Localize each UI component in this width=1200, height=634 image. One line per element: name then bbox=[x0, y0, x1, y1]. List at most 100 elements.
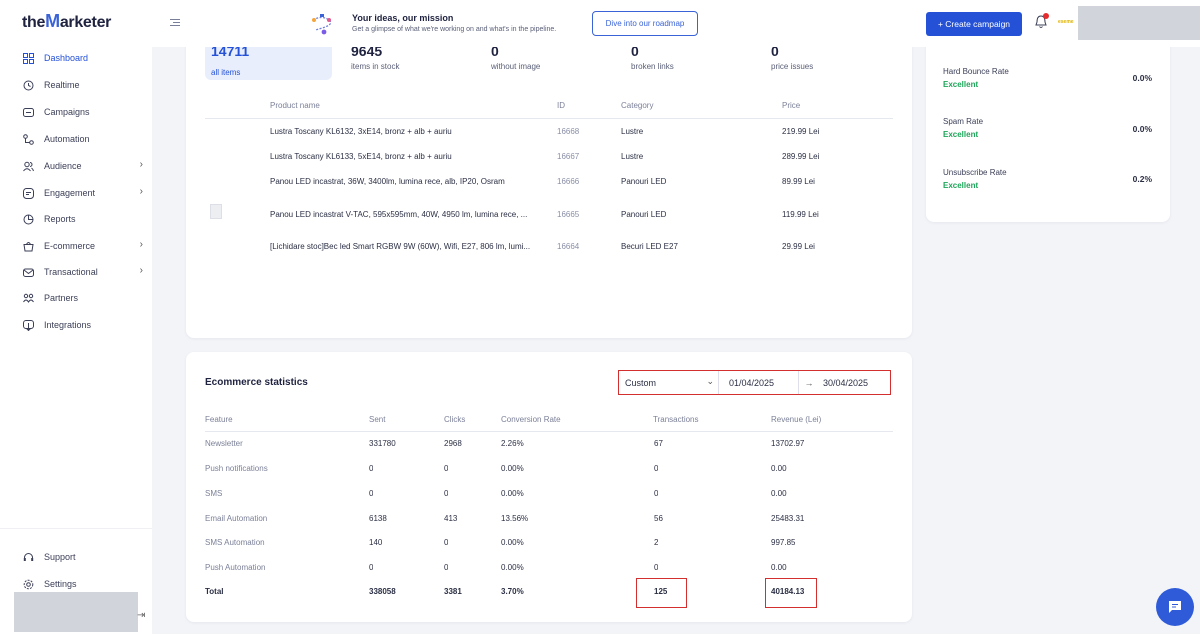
create-campaign-button[interactable]: + Create campaign bbox=[926, 12, 1022, 36]
conversion-value: 0.00% bbox=[501, 464, 524, 473]
sent-value: 140 bbox=[369, 538, 383, 547]
sidebar-item-ecommerce[interactable]: E-commerce › bbox=[22, 238, 147, 254]
product-category: Lustre bbox=[621, 127, 644, 136]
stat-in-stock[interactable]: 9645 items in stock bbox=[351, 43, 399, 71]
chevron-right-icon: › bbox=[139, 159, 143, 170]
product-name[interactable]: Lustra Toscany KL6133, 5xE14, bronz + al… bbox=[270, 152, 555, 161]
clicks-value: 0 bbox=[444, 538, 449, 547]
sidebar-item-realtime[interactable]: Realtime bbox=[22, 77, 147, 93]
revenue-value: 997.85 bbox=[771, 538, 796, 547]
product-name[interactable]: Panou LED incastrat, 36W, 3400lm, lumina… bbox=[270, 177, 555, 186]
product-thumbnail[interactable] bbox=[210, 204, 222, 219]
sent-value: 331780 bbox=[369, 439, 396, 448]
column-header-id[interactable]: ID bbox=[557, 101, 565, 110]
clicks-value: 2968 bbox=[444, 439, 462, 448]
feature-name: Push Automation bbox=[205, 563, 266, 572]
sidebar-item-label: Campaigns bbox=[44, 107, 90, 117]
range-select[interactable]: Custom ⌄ bbox=[619, 371, 719, 394]
sent-value: 0 bbox=[369, 563, 374, 572]
top-bar: theMarketer Your ideas, our mission Get … bbox=[0, 0, 1200, 47]
column-header-price[interactable]: Price bbox=[782, 101, 800, 110]
sidebar-item-transactional[interactable]: Transactional › bbox=[22, 264, 147, 280]
feature-name: SMS bbox=[205, 489, 223, 498]
sent-value: 0 bbox=[369, 489, 374, 498]
stat-without-image[interactable]: 0 without image bbox=[491, 43, 540, 71]
sidebar-item-label: Automation bbox=[44, 134, 90, 144]
chevron-right-icon: › bbox=[139, 186, 143, 197]
integrations-icon bbox=[22, 319, 34, 331]
sidebar-item-engagement[interactable]: Engagement › bbox=[22, 185, 147, 201]
sidebar-item-audience[interactable]: Audience › bbox=[22, 158, 147, 174]
product-id: 16665 bbox=[557, 210, 580, 219]
product-name[interactable]: [Lichidare stoc]Bec led Smart RGBW 9W (6… bbox=[270, 242, 557, 251]
engagement-icon bbox=[22, 187, 34, 199]
divider bbox=[205, 118, 893, 119]
ecommerce-icon bbox=[22, 240, 34, 252]
revenue-value: 0.00 bbox=[771, 489, 787, 498]
sidebar-item-support[interactable]: Support bbox=[22, 549, 147, 565]
arrow-right-icon: → bbox=[804, 377, 814, 388]
product-category: Panouri LED bbox=[621, 177, 667, 186]
feature-name: Push notifications bbox=[205, 464, 268, 473]
column-header-category[interactable]: Category bbox=[621, 101, 653, 110]
audience-icon bbox=[22, 160, 34, 172]
clicks-value: 413 bbox=[444, 514, 458, 523]
sidebar-item-label: Settings bbox=[44, 579, 77, 589]
conversion-value: 2.26% bbox=[501, 439, 524, 448]
stat-price-issues[interactable]: 0 price issues bbox=[771, 43, 813, 71]
feature-name: Newsletter bbox=[205, 439, 243, 448]
total-clicks: 3381 bbox=[444, 587, 462, 596]
rate-name: Spam Rate bbox=[943, 117, 984, 126]
chevron-down-icon: ⌄ bbox=[706, 376, 714, 386]
product-price: 119.99 Lei bbox=[782, 210, 819, 219]
sidebar-item-partners[interactable]: Partners bbox=[22, 290, 147, 306]
product-id: 16664 bbox=[557, 242, 580, 251]
sidebar-item-reports[interactable]: Reports bbox=[22, 211, 147, 227]
roadmap-icon bbox=[312, 14, 332, 35]
rate-status: Excellent bbox=[943, 181, 979, 190]
chat-button[interactable] bbox=[1156, 588, 1194, 626]
chat-icon bbox=[1169, 601, 1181, 613]
dashboard-icon bbox=[22, 52, 34, 64]
sidebar-item-dashboard[interactable]: Dashboard bbox=[22, 50, 147, 66]
transactions-value: 2 bbox=[654, 538, 659, 547]
sidebar-item-settings[interactable]: Settings bbox=[22, 576, 147, 592]
logout-icon[interactable]: ⇥ bbox=[137, 610, 145, 621]
conversion-value: 0.00% bbox=[501, 538, 524, 547]
rate-value: 0.0% bbox=[1132, 73, 1152, 83]
stat-label: items in stock bbox=[351, 62, 400, 71]
announcement-title: Your ideas, our mission bbox=[352, 13, 454, 23]
clicks-value: 0 bbox=[444, 464, 449, 473]
total-conversion: 3.70% bbox=[501, 587, 524, 596]
sidebar-item-automation[interactable]: Automation bbox=[22, 131, 147, 147]
app-logo[interactable]: theMarketer bbox=[22, 11, 111, 32]
sidebar-item-integrations[interactable]: Integrations bbox=[22, 317, 147, 333]
transactions-value: 56 bbox=[654, 514, 663, 523]
feature-name: Email Automation bbox=[205, 514, 268, 523]
product-category: Becuri LED E27 bbox=[621, 242, 678, 251]
realtime-icon bbox=[22, 79, 34, 91]
product-name[interactable]: Panou LED incastrat V-TAC, 595x595mm, 40… bbox=[270, 210, 557, 219]
logo-m: M bbox=[45, 11, 60, 31]
rate-status: Excellent bbox=[943, 80, 979, 89]
product-category: Lustre bbox=[621, 152, 644, 161]
stat-label: all items bbox=[211, 68, 241, 77]
product-price: 89.99 Lei bbox=[782, 177, 815, 186]
column-header-feature: Feature bbox=[205, 415, 233, 424]
date-from-input[interactable]: 01/04/2025 bbox=[719, 371, 799, 394]
logo-suffix: arketer bbox=[59, 14, 112, 31]
sidebar-item-label: Dashboard bbox=[44, 53, 89, 63]
partners-icon bbox=[22, 292, 34, 304]
transactions-value: 0 bbox=[654, 489, 659, 498]
stat-label: broken links bbox=[631, 62, 674, 71]
column-header-product-name[interactable]: Product name bbox=[270, 101, 320, 110]
clicks-value: 0 bbox=[444, 563, 449, 572]
roadmap-button[interactable]: Dive into our roadmap bbox=[592, 11, 698, 36]
column-header-revenue: Revenue (Lei) bbox=[771, 415, 822, 424]
collapse-sidebar-icon[interactable] bbox=[170, 17, 182, 29]
revenue-value: 0.00 bbox=[771, 464, 787, 473]
product-name[interactable]: Lustra Toscany KL6132, 3xE14, bronz + al… bbox=[270, 127, 555, 136]
sidebar-item-campaigns[interactable]: Campaigns bbox=[22, 104, 147, 120]
date-to-input[interactable]: 30/04/2025 bbox=[819, 378, 868, 388]
stat-broken-links[interactable]: 0 broken links bbox=[631, 43, 674, 71]
